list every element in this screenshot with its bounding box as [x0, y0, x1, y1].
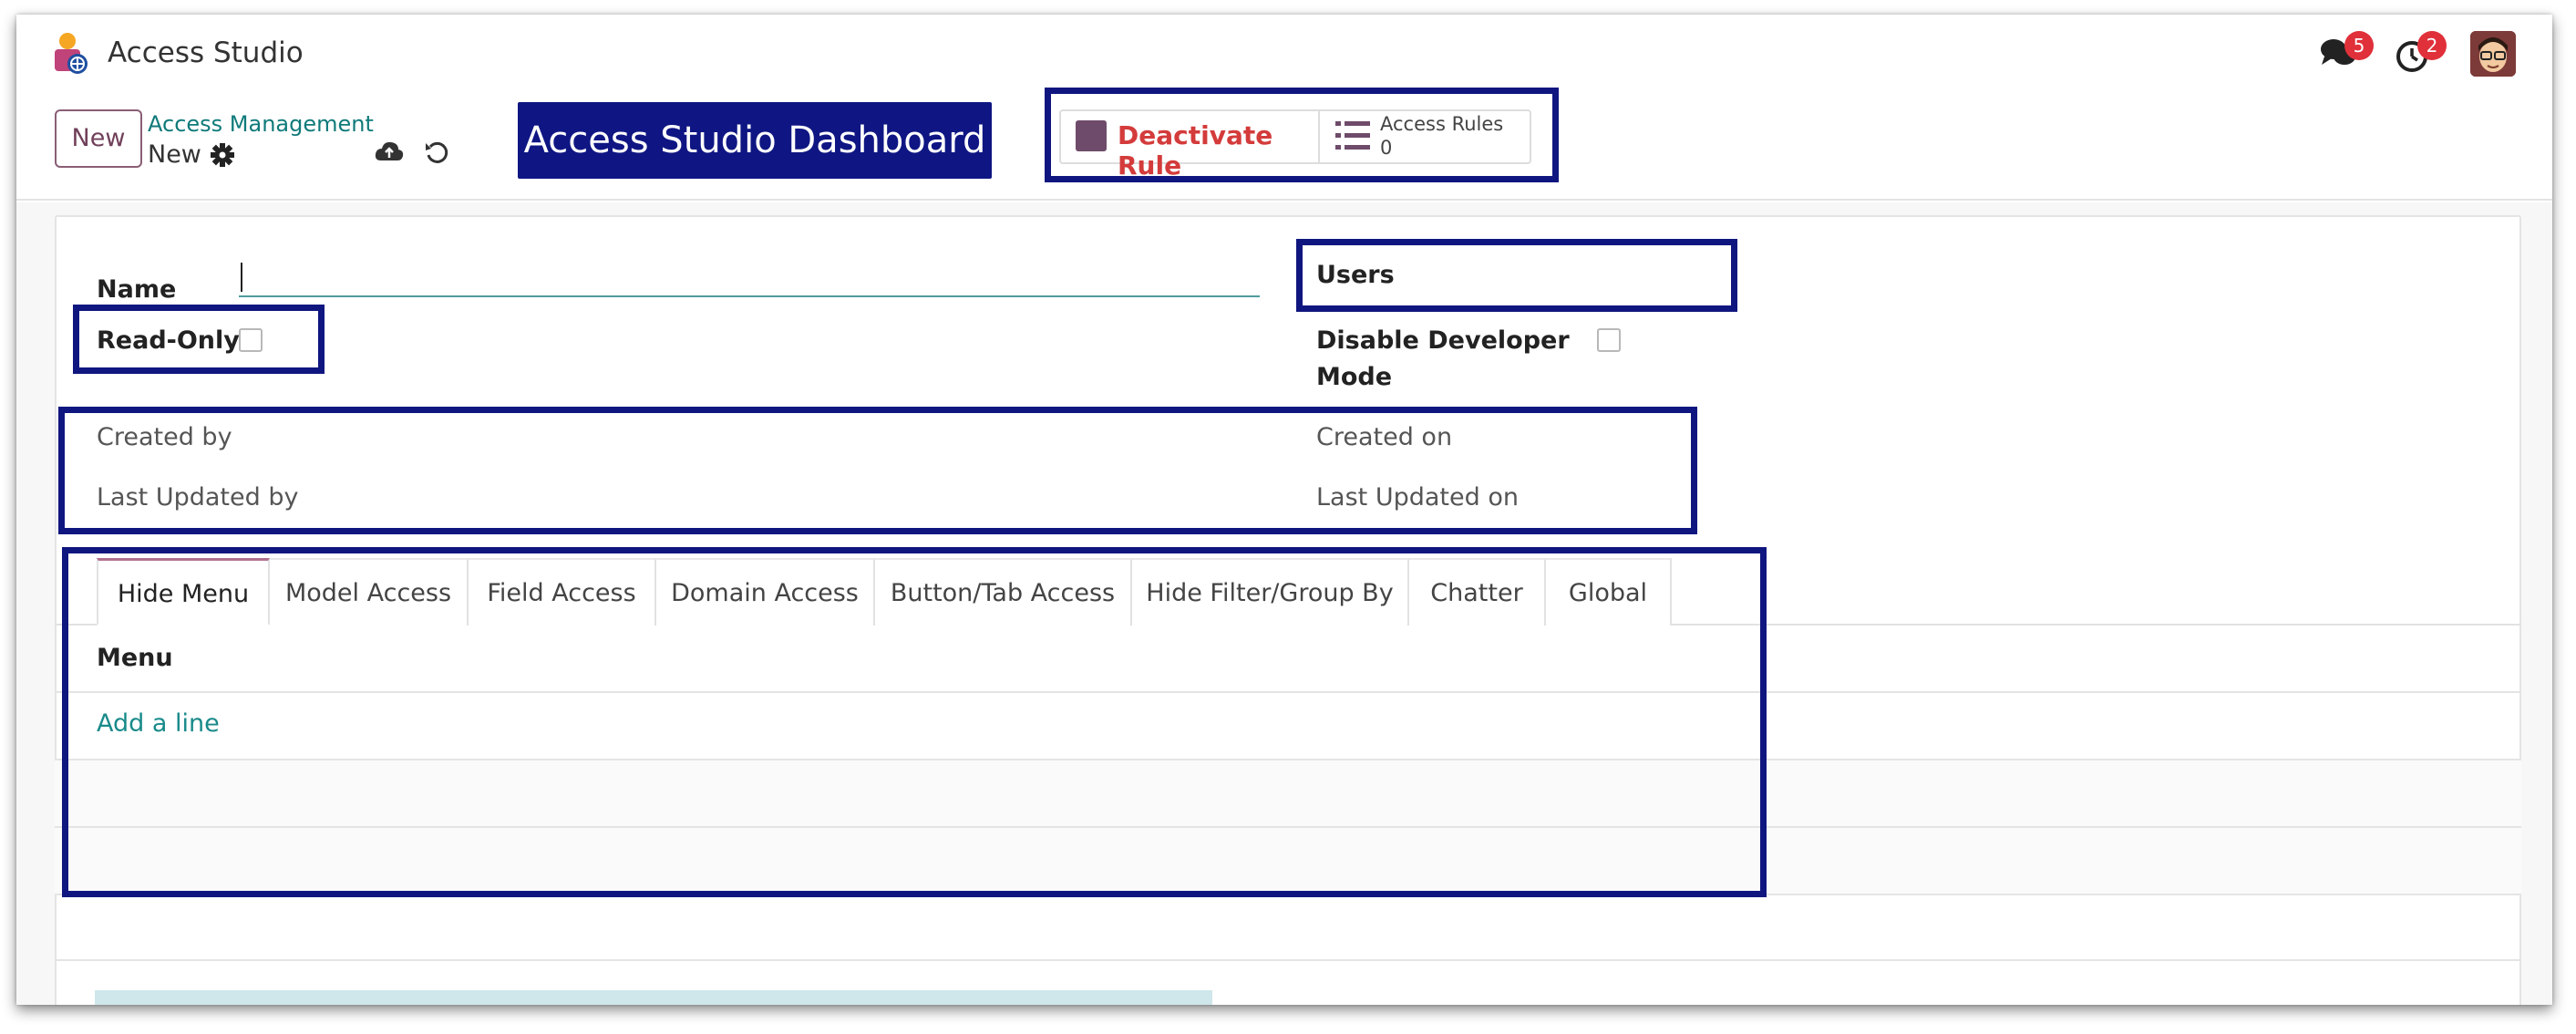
new-record-button[interactable]: New [55, 109, 142, 168]
breadcrumb-parent-link[interactable]: Access Management [148, 111, 374, 137]
disable-dev-mode-checkbox[interactable] [1597, 328, 1621, 352]
access-rules-count: 0 [1380, 137, 1393, 159]
disable-dev-mode-label-line1: Disable Developer [1316, 326, 1570, 355]
created-by-label: Created by [97, 423, 232, 451]
deactivate-square-icon [1076, 120, 1107, 151]
bottom-panel-bar [95, 990, 1212, 1005]
save-cloud-icon[interactable] [374, 139, 405, 166]
readonly-checkbox[interactable] [239, 328, 263, 352]
deactivate-rule-button[interactable]: Deactivate Rule [1059, 109, 1320, 181]
deactivate-rule-label: Deactivate Rule [1118, 120, 1273, 181]
disable-dev-mode-label-line2: Mode [1316, 363, 1393, 391]
breadcrumb-current: New [148, 140, 201, 169]
notebook-highlight [62, 547, 1767, 897]
access-studio-dashboard-button[interactable]: Access Studio Dashboard [518, 102, 992, 179]
last-updated-by-label: Last Updated by [97, 483, 299, 512]
users-label: Users [1316, 261, 1395, 289]
table-footer-divider [55, 959, 2521, 961]
readonly-label: Read-Only [97, 326, 240, 355]
discard-undo-icon[interactable] [423, 139, 450, 166]
name-input-underline [239, 295, 1260, 297]
access-studio-app-icon[interactable] [49, 31, 93, 77]
access-rules-label[interactable]: Access Rules [1380, 113, 1503, 135]
list-icon[interactable] [1334, 119, 1371, 153]
user-avatar[interactable] [2470, 31, 2516, 77]
activities-badge: 2 [2417, 31, 2447, 60]
messages-badge: 5 [2344, 31, 2374, 60]
app-title[interactable]: Access Studio [108, 36, 304, 69]
name-label: Name [97, 275, 177, 304]
app-window: Access Studio 5 2 New Access Management … [16, 15, 2552, 1005]
last-updated-on-label: Last Updated on [1316, 483, 1519, 512]
created-on-label: Created on [1316, 423, 1453, 451]
name-input[interactable] [239, 259, 1260, 295]
gear-icon[interactable] [210, 142, 235, 168]
